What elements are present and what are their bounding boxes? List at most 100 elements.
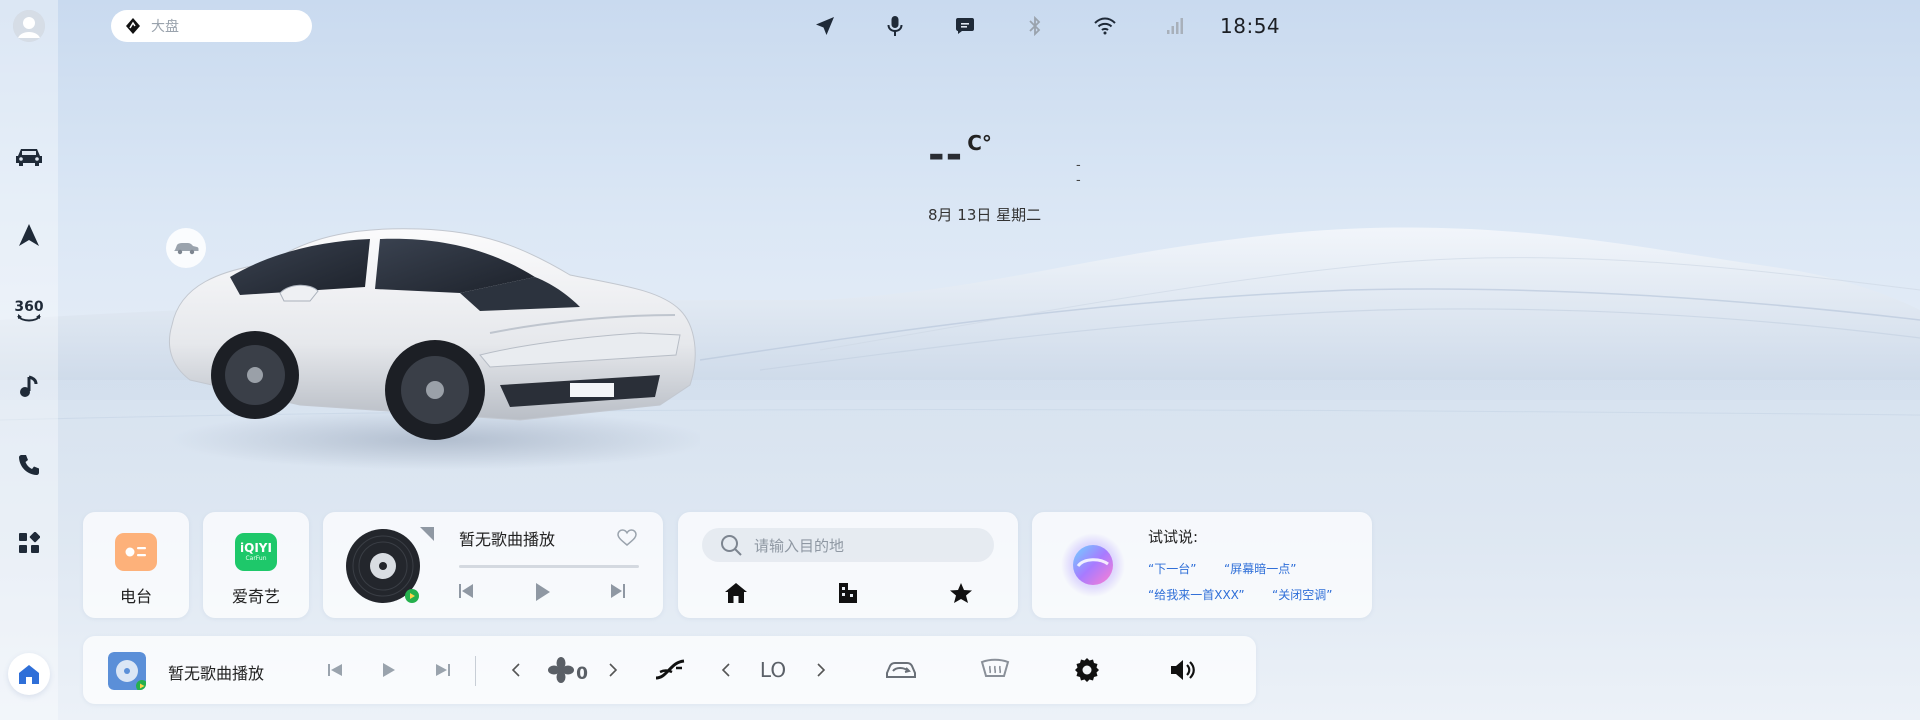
voice-hint[interactable]: “给我来一首XXX”	[1148, 586, 1245, 603]
status-wifi[interactable]	[1070, 17, 1140, 35]
skip-previous-icon	[459, 584, 473, 598]
corner-arrow-icon	[420, 527, 434, 541]
music-progress-bar[interactable]	[459, 565, 639, 568]
skip-next-icon	[611, 584, 625, 598]
album-disc-icon	[346, 529, 420, 603]
sidebar-item-phone[interactable]	[12, 448, 46, 482]
skip-next-icon	[436, 664, 450, 676]
heart-icon[interactable]	[617, 529, 637, 547]
nav-favorite-button[interactable]	[948, 580, 974, 606]
vehicle-status-button[interactable]	[166, 228, 206, 268]
signal-icon	[1167, 18, 1183, 34]
clock: 18:54	[1220, 14, 1281, 38]
seat-recline-button[interactable]	[653, 656, 687, 684]
settings-button[interactable]	[1073, 656, 1101, 684]
chevron-right-icon	[609, 663, 618, 677]
volume-button[interactable]	[1169, 656, 1197, 684]
sidebar-item-apps[interactable]	[12, 526, 46, 560]
radio-icon	[115, 533, 157, 571]
app-iqiyi[interactable]: iQIYI CarFun 爱奇艺	[203, 512, 309, 618]
apps-icon	[19, 532, 40, 553]
play-icon	[383, 663, 395, 677]
phone-icon	[19, 455, 39, 475]
music-title: 暂无歌曲播放	[459, 530, 556, 549]
home-button[interactable]	[8, 653, 50, 695]
navigation-icon	[19, 224, 39, 246]
recirculation-button[interactable]	[883, 656, 919, 684]
chevron-right-icon	[817, 663, 826, 677]
sidebar-item-360[interactable]: 360	[12, 294, 46, 328]
voice-hint[interactable]: “屏幕暗一点”	[1224, 560, 1296, 577]
dock-divider	[475, 656, 476, 686]
status-message[interactable]	[930, 17, 1000, 35]
iqiyi-sub-text: CarFun	[245, 554, 267, 562]
gear-icon	[1075, 658, 1099, 682]
album-cover[interactable]	[108, 652, 146, 690]
sidebar-item-car[interactable]	[12, 140, 46, 174]
car-icon	[16, 149, 42, 166]
company-icon	[839, 583, 857, 603]
temp-decrease-button[interactable]	[716, 656, 736, 684]
weather-unit: C°	[967, 131, 992, 155]
status-microphone[interactable]	[860, 15, 930, 37]
navigation-icon	[816, 17, 834, 35]
windshield-defrost-icon	[980, 658, 1010, 677]
date-text: 8月 13日 星期二	[928, 206, 1042, 224]
iqiyi-logo-text: iQIYI	[240, 540, 272, 555]
status-navigation[interactable]	[790, 16, 860, 36]
play-icon	[536, 583, 550, 601]
app-radio[interactable]: 电台	[83, 512, 189, 618]
wifi-icon	[1094, 17, 1116, 35]
fan-level: 0	[576, 664, 588, 684]
music-next-button[interactable]	[609, 582, 627, 604]
app-iqiyi-label: 爱奇艺	[231, 587, 280, 606]
music-play-button[interactable]	[532, 582, 552, 606]
message-icon	[956, 18, 974, 34]
dock-music-title: 暂无歌曲播放	[168, 664, 265, 683]
dock-next-button[interactable]	[431, 656, 455, 684]
voice-assistant-orb-icon	[1061, 533, 1125, 597]
skip-previous-icon	[328, 664, 342, 676]
chevron-left-icon	[511, 663, 520, 677]
navigation-widget: 请输入目的地	[678, 512, 1018, 618]
voice-hint[interactable]: “下一台”	[1148, 560, 1196, 577]
sidebar-item-music[interactable]	[12, 370, 46, 404]
destination-search-input[interactable]: 请输入目的地	[702, 528, 994, 562]
vehicle-image	[160, 215, 710, 470]
temperature-setting[interactable]: LO	[753, 656, 793, 684]
sidebar-item-navigation[interactable]	[12, 218, 46, 252]
weather-temperature: --	[928, 132, 964, 178]
status-bluetooth[interactable]	[1000, 16, 1070, 36]
bluetooth-icon	[1029, 16, 1041, 36]
voice-assistant-widget[interactable]: 试试说: “下一台” “屏幕暗一点” “给我来一首XXX” “关闭空调”	[1032, 512, 1372, 618]
temp-increase-button[interactable]	[811, 656, 831, 684]
music-widget[interactable]: 暂无歌曲播放	[323, 512, 663, 618]
iqiyi-icon: iQIYI CarFun	[235, 533, 277, 571]
avatar[interactable]	[13, 10, 45, 42]
rotate-arrow-icon	[17, 314, 41, 322]
user-icon	[13, 10, 45, 42]
destination-placeholder: 请输入目的地	[754, 536, 845, 555]
camera-360-icon: 360	[14, 299, 44, 315]
fan-speed[interactable]: 0	[543, 656, 593, 684]
top-search-bar[interactable]: 大盘	[111, 10, 312, 42]
home-icon	[19, 665, 39, 684]
home-icon	[725, 583, 747, 603]
defrost-button[interactable]	[979, 656, 1011, 684]
nav-home-button[interactable]	[723, 580, 749, 606]
status-signal	[1140, 17, 1210, 35]
music-icon	[20, 375, 38, 397]
voice-title: 试试说:	[1148, 528, 1199, 546]
fan-decrease-button[interactable]	[506, 656, 526, 684]
nav-company-button[interactable]	[835, 580, 861, 606]
air-recirculation-icon	[886, 662, 916, 678]
seat-recline-icon	[655, 659, 685, 680]
music-prev-button[interactable]	[457, 582, 475, 604]
dock-play-button[interactable]	[377, 656, 401, 684]
favorite-icon	[950, 583, 972, 603]
weather-widget[interactable]: -- C° -- 8月 13日 星期二	[928, 131, 1081, 224]
fan-increase-button[interactable]	[603, 656, 623, 684]
top-search-text: 大盘	[151, 19, 179, 35]
voice-hint[interactable]: “关闭空调”	[1272, 586, 1332, 603]
dock-prev-button[interactable]	[323, 656, 347, 684]
